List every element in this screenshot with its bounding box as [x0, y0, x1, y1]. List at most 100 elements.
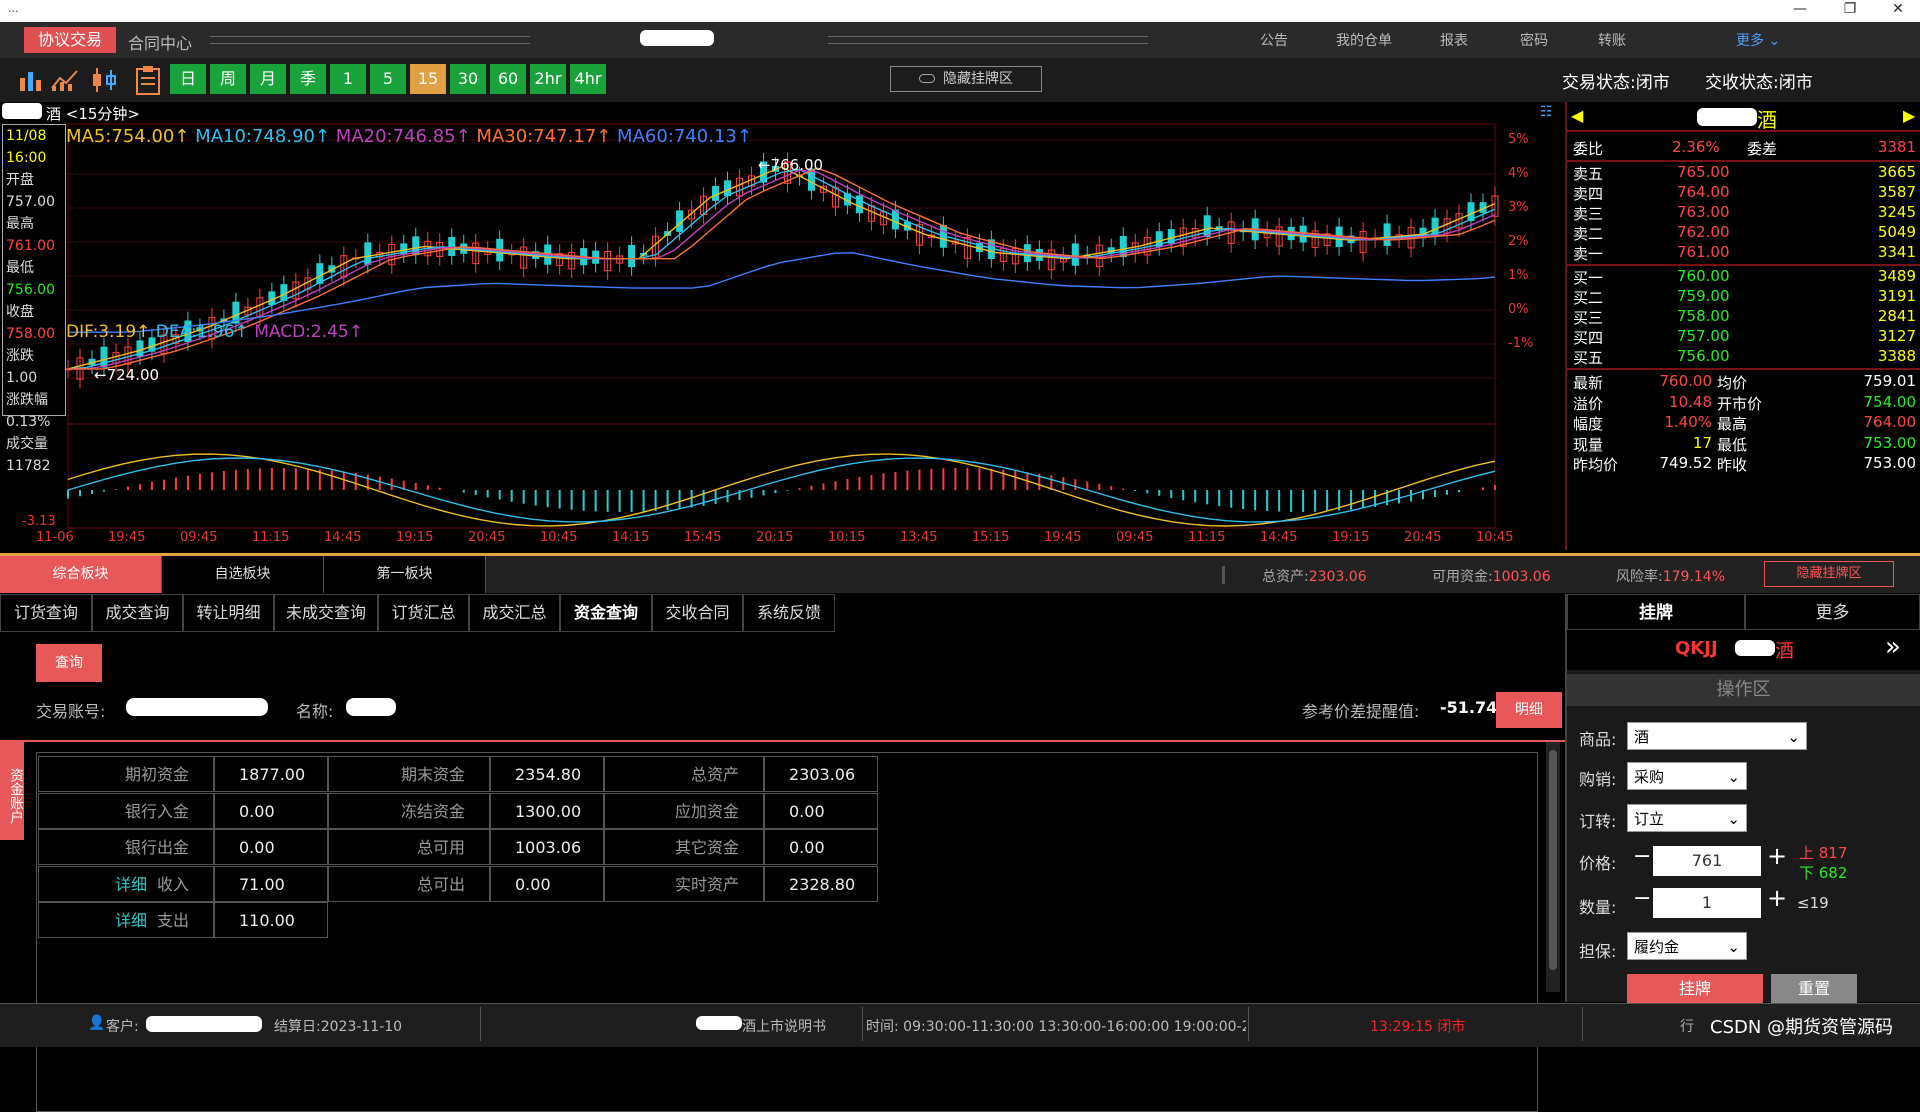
price-input[interactable]: 761 [1653, 846, 1761, 876]
nav-warehouse[interactable]: 我的仓单 [1336, 30, 1392, 50]
scrollbar[interactable] [1546, 742, 1560, 992]
available-funds-value: 1003.06 [1492, 569, 1551, 585]
ref-diff-value: -51.74 [1440, 698, 1498, 717]
submit-listing-button[interactable]: 挂牌 [1627, 974, 1763, 1004]
query-tab[interactable]: 资金查询 [560, 594, 652, 632]
period-30-button[interactable]: 30 [450, 64, 486, 94]
tab-protocol-trade[interactable]: 协议交易 [24, 27, 116, 53]
order-select[interactable]: 订立 ⌄ [1627, 804, 1747, 832]
side-select[interactable]: 采购 ⌄ [1627, 762, 1747, 790]
reset-button[interactable]: 重置 [1771, 974, 1857, 1004]
period-4hr-button[interactable]: 4hr [570, 64, 606, 94]
minimize-icon[interactable]: — [1780, 1, 1820, 17]
tab-contract-center[interactable]: 合同中心 [128, 30, 192, 54]
bid-row-price: 760.00 [1677, 267, 1730, 285]
dea-line [67, 457, 1496, 523]
query-tab[interactable]: 订货汇总 [378, 594, 469, 632]
query-tab[interactable]: 未成交查询 [274, 594, 378, 632]
bid-row-price: 759.00 [1677, 287, 1730, 305]
x-axis-label: 10:45 [540, 530, 578, 545]
ask-row-label: 卖四 [1573, 185, 1604, 203]
nav-transfer[interactable]: 转账 [1598, 30, 1626, 50]
grid-icon[interactable]: ☷ [1540, 104, 1553, 120]
tab-listing[interactable]: 挂牌 [1567, 594, 1745, 630]
window-title: ... [8, 2, 19, 15]
bar-chart-icon[interactable] [18, 68, 46, 92]
period-5-button[interactable]: 5 [370, 64, 406, 94]
query-tab[interactable]: 系统反馈 [743, 594, 835, 632]
side-value: 采购 [1634, 768, 1665, 786]
ma10-label: MA10:748.90↑ [195, 126, 331, 147]
tab-custom-board[interactable]: 自选板块 [162, 556, 324, 593]
quantity-increment-icon[interactable]: + [1767, 884, 1787, 912]
quantity-max: ≤19 [1797, 894, 1829, 912]
line-chart-icon[interactable] [50, 68, 80, 92]
query-button[interactable]: 查询 [36, 644, 102, 682]
clipboard-icon[interactable] [134, 64, 162, 96]
name-label: 名称: [296, 702, 334, 721]
maximize-icon[interactable]: ❐ [1830, 1, 1870, 17]
bid-row[interactable]: 买五 756.00 3388 [1567, 347, 1920, 367]
bid-row[interactable]: 买二 759.00 3191 [1567, 287, 1920, 307]
nav-report[interactable]: 报表 [1440, 30, 1468, 50]
period-15-button[interactable]: 15 [410, 64, 446, 94]
candle-body [448, 236, 456, 257]
next-arrow-icon[interactable]: ▶ [1903, 106, 1915, 125]
nav-password[interactable]: 密码 [1520, 30, 1548, 50]
expand-icon[interactable]: » [1885, 632, 1901, 662]
period-week-button[interactable]: 周 [210, 64, 246, 94]
bid-row-label: 买一 [1573, 269, 1604, 287]
period-quarter-button[interactable]: 季 [290, 64, 326, 94]
ask-row[interactable]: 卖五 765.00 3665 [1567, 163, 1920, 183]
tab-first-board[interactable]: 第一板块 [324, 556, 486, 593]
hide-listing-button-2[interactable]: 隐藏挂牌区 [1764, 561, 1894, 587]
scrollbar-thumb[interactable] [1549, 750, 1557, 970]
bid-row[interactable]: 买四 757.00 3127 [1567, 327, 1920, 347]
bid-row[interactable]: 买三 758.00 2841 [1567, 307, 1920, 327]
detail-link[interactable]: 详细 [115, 875, 147, 894]
fund-label: 银行出金 [124, 838, 189, 857]
query-tab[interactable]: 转让明细 [183, 594, 274, 632]
candlestick-icon[interactable] [90, 66, 124, 94]
quantity-input[interactable]: 1 [1653, 888, 1761, 918]
period-60-button[interactable]: 60 [490, 64, 526, 94]
nav-more[interactable]: 更多 ⌄ [1736, 30, 1780, 50]
ask-row[interactable]: 卖四 764.00 3587 [1567, 183, 1920, 203]
candle-body [724, 180, 732, 197]
hide-listing-label: 隐藏挂牌区 [943, 71, 1013, 87]
detail-link[interactable]: 详细 [115, 911, 147, 930]
query-tab[interactable]: 交收合同 [652, 594, 743, 632]
period-1-button[interactable]: 1 [330, 64, 366, 94]
ask-row[interactable]: 卖一 761.00 3341 [1567, 243, 1920, 263]
nav-notice[interactable]: 公告 [1260, 30, 1288, 50]
candle-body [891, 209, 899, 230]
quantity-decrement-icon[interactable]: − [1633, 886, 1651, 911]
stat-value: 753.00 [1863, 454, 1917, 472]
tab-more[interactable]: 更多 [1745, 594, 1920, 630]
period-2hr-button[interactable]: 2hr [530, 64, 566, 94]
hide-listing-button[interactable]: 隐藏挂牌区 [890, 66, 1042, 92]
chart-title-bar: 酒 <15分钟> ☷ [0, 102, 1565, 123]
query-tab[interactable]: 成交查询 [92, 594, 183, 632]
price-decrement-icon[interactable]: − [1633, 844, 1651, 869]
quote-panel: ◀ 酒 ▶ 委比 2.36% 委差 3381 卖五 765.00 3665 卖四 764… [1565, 102, 1920, 550]
detail-button[interactable]: 明细 [1496, 692, 1562, 728]
period-month-button[interactable]: 月 [250, 64, 286, 94]
ask-row[interactable]: 卖二 762.00 5049 [1567, 223, 1920, 243]
margin-select[interactable]: 履约金 ⌄ [1627, 932, 1747, 960]
status-bar: 👤 客户: 结算日:2023-11-10 酒上市说明书 时间: 09:30:00… [0, 1003, 1920, 1047]
kline-chart-area[interactable]: 酒 <15分钟> ☷ MA5:754.00↑ MA10:748.90↑ MA20… [0, 102, 1565, 550]
goods-select[interactable]: 酒 ⌄ [1627, 722, 1807, 750]
bid-row[interactable]: 买一 760.00 3489 [1567, 267, 1920, 287]
ask-row[interactable]: 卖三 763.00 3245 [1567, 203, 1920, 223]
close-icon[interactable]: ✕ [1878, 1, 1918, 17]
price-increment-icon[interactable]: + [1767, 842, 1787, 870]
funds-account-side-tab[interactable]: 资金账户 [0, 740, 24, 840]
listing-notice-link[interactable]: 酒上市说明书 [742, 1016, 826, 1036]
query-tab[interactable]: 订货查询 [0, 594, 92, 632]
period-day-button[interactable]: 日 [170, 64, 206, 94]
tab-all-boards[interactable]: 综合板块 [0, 556, 162, 593]
query-tab[interactable]: 成交汇总 [469, 594, 560, 632]
prev-arrow-icon[interactable]: ◀ [1571, 106, 1583, 125]
info-volume: 11782 [6, 458, 51, 474]
